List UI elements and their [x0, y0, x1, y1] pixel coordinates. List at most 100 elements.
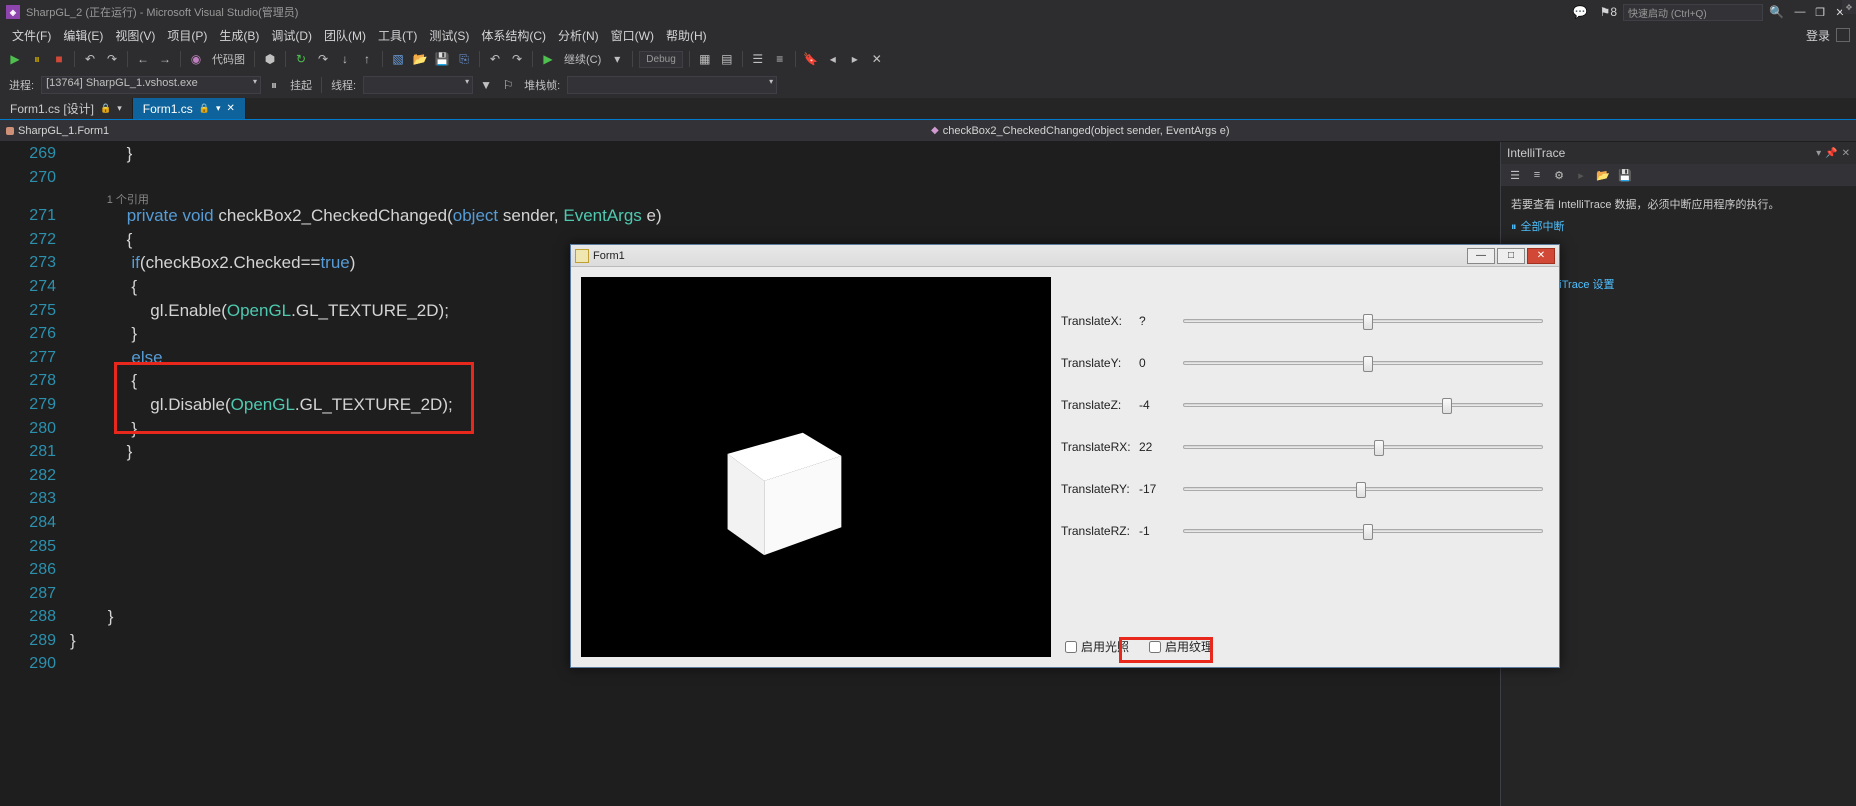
method-combo[interactable]: checkBox2_CheckedChanged(object sender, …	[943, 125, 1230, 137]
continue-icon[interactable]: ▶	[6, 50, 24, 68]
form1-maximize[interactable]: □	[1497, 248, 1525, 264]
tab-form1-design[interactable]: Form1.cs [设计] 🔒 ▾	[0, 98, 133, 119]
avatar-icon[interactable]	[1836, 28, 1850, 42]
slider-track[interactable]	[1183, 529, 1543, 533]
menu-window[interactable]: 窗口(W)	[605, 27, 660, 44]
menu-test[interactable]: 测试(S)	[423, 27, 475, 44]
pause-icon[interactable]: ⏸	[28, 50, 46, 68]
flag-icon[interactable]: ⚐	[499, 76, 517, 94]
open-icon[interactable]: 📂	[411, 50, 429, 68]
bookmark-next-icon[interactable]: ▸	[846, 50, 864, 68]
stop-icon[interactable]: ■	[50, 50, 68, 68]
window-icon[interactable]: ▦	[696, 50, 714, 68]
slider-track[interactable]	[1183, 487, 1543, 491]
new-icon[interactable]: ▧	[389, 50, 407, 68]
bookmark-clear-icon[interactable]: ✕	[868, 50, 886, 68]
bookmark-icon[interactable]: 🔖	[802, 50, 820, 68]
pin-icon[interactable]: 📌	[1825, 148, 1837, 159]
slider-track[interactable]	[1183, 445, 1543, 449]
search-icon[interactable]: 🔍	[1769, 5, 1784, 19]
dropdown-icon[interactable]: ▾	[608, 50, 626, 68]
filter-icon[interactable]: ▼	[477, 76, 495, 94]
opengl-viewport[interactable]	[581, 277, 1051, 657]
config-combo[interactable]: Debug	[639, 51, 682, 68]
slider-thumb[interactable]	[1363, 356, 1373, 372]
step-into-icon[interactable]: ↓	[336, 50, 354, 68]
bookmark-prev-icon[interactable]: ◂	[824, 50, 842, 68]
tab-form1-code[interactable]: Form1.cs 🔒 ▾ ✕	[133, 98, 246, 119]
list2-icon[interactable]: ≡	[771, 50, 789, 68]
restore-button[interactable]: ❐	[1810, 6, 1830, 19]
slider-thumb[interactable]	[1442, 398, 1452, 414]
undo2-icon[interactable]: ↶	[486, 50, 504, 68]
pin-icon[interactable]: 🔒	[100, 103, 111, 114]
menu-build[interactable]: 生成(B)	[213, 27, 265, 44]
thread-combo[interactable]	[363, 76, 473, 94]
slider-track[interactable]	[1183, 319, 1543, 323]
gear-icon[interactable]: ⚙	[1551, 167, 1567, 183]
slider-thumb[interactable]	[1374, 440, 1384, 456]
dropdown-icon[interactable]: ▾	[117, 103, 122, 114]
feedback-icon[interactable]: 💬	[1573, 5, 1588, 19]
save-icon[interactable]: 💾	[1617, 167, 1633, 183]
split-icon[interactable]: ✥	[1842, 0, 1856, 14]
save-icon[interactable]: 💾	[433, 50, 451, 68]
menu-help[interactable]: 帮助(H)	[660, 27, 713, 44]
form1-runtime-window[interactable]: Form1 — □ ✕ TranslateX:?TranslateY:0Tran…	[570, 244, 1560, 668]
continue-arrow-icon[interactable]: ▶	[539, 50, 557, 68]
list-view-icon[interactable]: ☰	[1507, 167, 1523, 183]
step-out-icon[interactable]: ↑	[358, 50, 376, 68]
process-combo[interactable]: [13764] SharpGL_1.vshost.exe	[41, 76, 261, 94]
close-panel-icon[interactable]: ✕	[1842, 148, 1850, 159]
slider-track[interactable]	[1183, 403, 1543, 407]
stack-combo[interactable]	[567, 76, 777, 94]
enable-texture-checkbox[interactable]: 启用纹理	[1149, 638, 1213, 655]
redo-icon[interactable]: ↷	[103, 50, 121, 68]
slider-track[interactable]	[1183, 361, 1543, 365]
redo2-icon[interactable]: ↷	[508, 50, 526, 68]
nav-fwd-icon[interactable]: →	[156, 50, 174, 68]
class-combo[interactable]: SharpGL_1.Form1	[18, 125, 109, 137]
undo-icon[interactable]: ↶	[81, 50, 99, 68]
break-all-link[interactable]: ⏸全部中断	[1511, 218, 1846, 234]
menu-debug[interactable]: 调试(D)	[265, 27, 318, 44]
slider-thumb[interactable]	[1356, 482, 1366, 498]
open-icon[interactable]: 📂	[1595, 167, 1611, 183]
open-settings-link[interactable]: 打开 IntelliTrace 设置	[1511, 276, 1846, 292]
continue-button[interactable]: 继续(C)	[561, 51, 604, 67]
enable-light-checkbox[interactable]: 启用光照	[1065, 638, 1129, 655]
form1-close[interactable]: ✕	[1527, 248, 1555, 264]
dropdown-icon[interactable]: ▾	[1816, 148, 1821, 159]
restart-icon[interactable]: ↻	[292, 50, 310, 68]
slider-thumb[interactable]	[1363, 524, 1373, 540]
save-all-icon[interactable]: ⎘	[455, 50, 473, 68]
details-icon[interactable]: ≡	[1529, 167, 1545, 183]
menu-analyze[interactable]: 分析(N)	[552, 27, 605, 44]
menu-project[interactable]: 项目(P)	[161, 27, 213, 44]
quick-launch-input[interactable]: 快速启动 (Ctrl+Q)	[1623, 4, 1763, 21]
pin-icon[interactable]: 🔒	[199, 103, 210, 114]
menu-team[interactable]: 团队(M)	[318, 27, 372, 44]
list-icon[interactable]: ☰	[749, 50, 767, 68]
notifications-flag-icon[interactable]: ⚑8	[1600, 5, 1617, 19]
minimize-button[interactable]: —	[1790, 6, 1810, 18]
next-icon[interactable]: ▸	[1573, 167, 1589, 183]
dropdown-icon[interactable]: ▾	[216, 103, 221, 114]
form1-titlebar[interactable]: Form1 — □ ✕	[571, 245, 1559, 267]
nav-back-icon[interactable]: ←	[134, 50, 152, 68]
codemap-icon[interactable]: ◉	[187, 50, 205, 68]
form1-minimize[interactable]: —	[1467, 248, 1495, 264]
suspend-label[interactable]: 挂起	[287, 77, 315, 93]
menu-edit[interactable]: 编辑(E)	[57, 27, 109, 44]
menu-view[interactable]: 视图(V)	[109, 27, 161, 44]
hex-icon[interactable]: ⬢	[261, 50, 279, 68]
suspend-icon[interactable]: ⏸	[265, 76, 283, 94]
menu-tools[interactable]: 工具(T)	[372, 27, 423, 44]
slider-thumb[interactable]	[1363, 314, 1373, 330]
menu-file[interactable]: 文件(F)	[6, 27, 57, 44]
close-tab-icon[interactable]: ✕	[227, 103, 235, 114]
codemap-button[interactable]: 代码图	[209, 51, 248, 67]
window2-icon[interactable]: ▤	[718, 50, 736, 68]
menu-arch[interactable]: 体系结构(C)	[475, 27, 552, 44]
step-over-icon[interactable]: ↷	[314, 50, 332, 68]
